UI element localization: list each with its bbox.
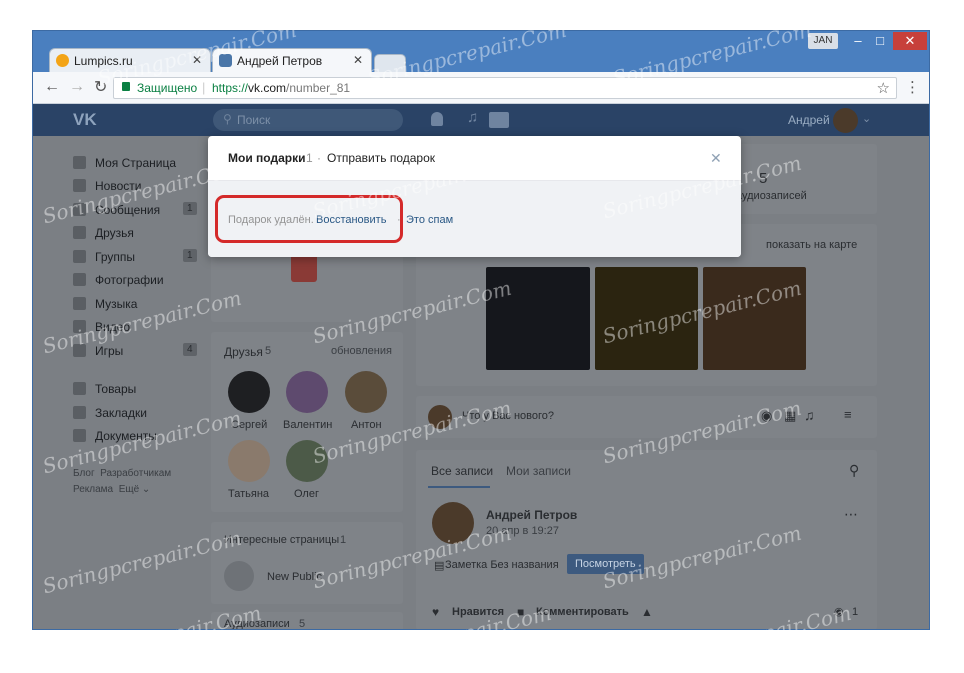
friend-name[interactable]: Валентин — [283, 419, 332, 431]
show-on-map-link[interactable]: показать на карте — [766, 239, 857, 251]
home-icon — [73, 156, 86, 169]
music-icon[interactable]: ♫ — [467, 109, 478, 126]
audio-count: 5 — [299, 618, 306, 629]
sidebar-item-label: Игры — [95, 344, 124, 358]
url-scheme: https:// — [212, 81, 249, 95]
sidebar-item-label: Музыка — [95, 297, 138, 311]
sidebar-item-label: Друзья — [95, 226, 134, 240]
sidebar-item-label: Закладки — [95, 406, 147, 420]
counter-badge: 1 — [183, 202, 197, 215]
send-gift-link[interactable]: Отправить подарок — [327, 151, 435, 165]
footer-link-ads[interactable]: Реклама — [73, 484, 113, 495]
forward-icon[interactable]: → — [69, 78, 85, 96]
music-note-icon — [73, 297, 86, 310]
friend-avatar[interactable] — [228, 440, 270, 482]
bag-icon — [73, 382, 86, 395]
friends-icon — [73, 226, 86, 239]
post-author[interactable]: Андрей Петров — [486, 508, 577, 522]
friends-updates-link[interactable]: обновления — [331, 345, 392, 357]
footer-link-developers[interactable]: Разработчикам — [100, 468, 171, 479]
star-icon — [73, 406, 86, 419]
counter-badge: 1 — [183, 249, 197, 262]
post-settings-icon[interactable]: ≡ — [844, 407, 852, 422]
more-options-icon[interactable]: ⋯ — [844, 506, 858, 523]
friend-name[interactable]: Татьяна — [228, 488, 269, 500]
notifications-icon[interactable] — [431, 112, 443, 126]
stats-label[interactable]: аудиозаписей — [736, 190, 807, 202]
tab-title: Андрей Петров — [237, 54, 323, 68]
document-icon — [73, 429, 86, 442]
footer-link-more[interactable]: Ещё ⌄ — [119, 484, 151, 495]
search-input[interactable]: ⚲ Поиск — [213, 109, 403, 131]
page-avatar-icon[interactable] — [224, 561, 254, 591]
groups-icon — [73, 250, 86, 263]
header-avatar[interactable] — [833, 108, 858, 133]
tab-all-posts[interactable]: Все записи — [431, 464, 493, 478]
lumpics-favicon-icon — [56, 54, 69, 67]
header-user-name[interactable]: Андрей — [788, 113, 830, 127]
share-icon[interactable]: ▲ — [641, 605, 653, 619]
search-icon: ⚲ — [223, 112, 232, 126]
chevron-down-icon[interactable]: ⌄ — [862, 112, 871, 125]
sidebar-item-label: Товары — [95, 382, 137, 396]
search-placeholder: Поиск — [237, 113, 271, 127]
friends-count: 5 — [265, 345, 272, 357]
url-host: vk.com — [248, 81, 287, 95]
counter-badge: 4 — [183, 343, 197, 356]
url-text: https://vk.com/number_81 — [212, 81, 350, 95]
sidebar-item-label: Моя Страница — [95, 156, 177, 170]
friend-name[interactable]: Олег — [294, 488, 319, 500]
friend-avatar[interactable] — [286, 371, 328, 413]
window-close-icon[interactable]: ✕ — [893, 32, 927, 50]
play-icon[interactable] — [489, 112, 509, 128]
heart-icon[interactable]: ♥ — [432, 605, 439, 619]
maximize-icon[interactable]: □ — [870, 32, 890, 50]
browser-menu-icon[interactable]: ⋮ — [905, 78, 920, 96]
note-label[interactable]: Заметка Без названия — [445, 559, 559, 571]
modal-close-icon[interactable]: ✕ — [710, 150, 722, 167]
views-count: 1 — [852, 606, 859, 618]
back-icon[interactable]: ← — [44, 78, 60, 96]
minimize-icon[interactable]: – — [848, 32, 868, 50]
tab-close-icon[interactable]: ✕ — [353, 53, 363, 67]
active-tab-underline — [428, 486, 490, 488]
friend-avatar[interactable] — [345, 371, 387, 413]
search-icon[interactable]: ⚲ — [849, 462, 859, 479]
friends-title[interactable]: Друзья — [224, 345, 263, 359]
footer-links-row2: Реклама Ещё ⌄ — [73, 484, 150, 495]
url-path: /number_81 — [286, 81, 351, 95]
camera-icon — [73, 273, 86, 286]
address-bar[interactable]: Защищено | https://vk.com/number_81 ☆ — [113, 77, 897, 99]
interesting-count: 1 — [340, 534, 347, 546]
omnibox-divider: | — [202, 80, 206, 95]
music-note-icon[interactable]: ♫ — [804, 407, 815, 423]
modal-separator: · — [317, 151, 321, 165]
sidebar-item-label: Группы — [95, 250, 135, 264]
modal-gift-count: 1 — [306, 151, 313, 165]
news-icon — [73, 179, 86, 192]
sidebar-item-label: Фотографии — [95, 273, 164, 287]
vk-header: VK ⚲ Поиск ♫ Андрей ⌄ — [33, 104, 929, 136]
footer-links-row1: Блог Разработчикам — [73, 468, 171, 479]
report-spam-link[interactable]: Это спам — [406, 214, 453, 226]
tab-my-posts[interactable]: Мои записи — [506, 464, 571, 478]
secure-label: Защищено — [137, 81, 198, 95]
vk-logo-icon[interactable]: VK — [73, 110, 97, 130]
bookmark-star-icon[interactable]: ☆ — [877, 79, 890, 97]
